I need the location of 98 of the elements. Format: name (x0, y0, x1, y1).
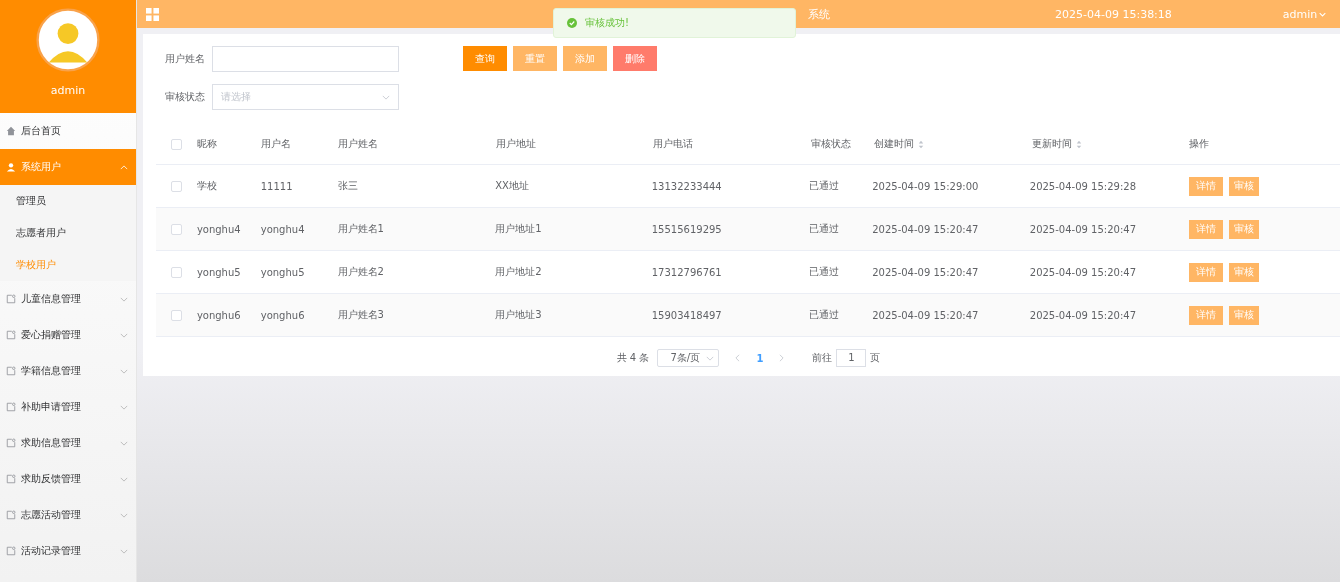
table-cell: 已通过 (809, 222, 840, 236)
chevron-icon (382, 94, 390, 100)
check-circle-icon (567, 18, 577, 28)
next-page-icon[interactable] (779, 354, 785, 362)
column-header[interactable]: 创建时间 (874, 137, 924, 151)
total-count: 共 4 条 (616, 351, 650, 365)
table-cell: 已通过 (809, 265, 840, 279)
menu-item[interactable]: 学籍信息管理 (0, 353, 136, 389)
checkbox[interactable] (170, 266, 182, 278)
menu-item[interactable]: 后台首页 (0, 113, 136, 149)
table-cell: 用户姓名1 (337, 222, 384, 236)
menu-item[interactable]: 求助反馈管理 (0, 461, 136, 497)
menu-item[interactable]: 求助信息管理 (0, 425, 136, 461)
column-header[interactable]: 用户地址 (496, 137, 536, 151)
document-icon (6, 510, 16, 520)
checkbox[interactable] (171, 138, 182, 150)
column-header[interactable]: 更新时间 (1032, 137, 1082, 151)
chevron-icon (120, 440, 128, 446)
avatar-icon (36, 8, 100, 72)
checkbox[interactable] (170, 223, 182, 235)
table-cell: 17312796761 (651, 266, 722, 278)
document-icon (6, 474, 16, 484)
sort-icon (1076, 139, 1082, 149)
table-cell: 2025-04-09 15:29:28 (1029, 180, 1136, 192)
chevron-icon (120, 548, 128, 554)
table-cell: yonghu5 (196, 266, 241, 278)
table-cell: yonghu4 (196, 223, 241, 235)
field-label: 审核状态 (164, 90, 205, 104)
document-icon (6, 402, 16, 412)
prev-page-icon[interactable] (735, 354, 741, 362)
user-icon (6, 162, 16, 172)
table-cell: yonghu5 (260, 266, 305, 278)
goto-label: 前往 (812, 351, 833, 365)
menu-item[interactable]: 儿童信息管理 (0, 281, 136, 317)
document-icon (6, 438, 16, 448)
page-input[interactable]: 1 (836, 349, 867, 367)
menu-item[interactable]: 补助申请管理 (0, 389, 136, 425)
table-cell: 用户姓名2 (337, 265, 384, 279)
table-cell: 张三 (337, 179, 358, 193)
caret-icon (1319, 11, 1327, 17)
submenu-item[interactable]: 管理员 (0, 185, 136, 217)
column-header[interactable]: 审核状态 (811, 137, 851, 151)
chevron-icon (120, 404, 128, 410)
chevron-icon (120, 512, 128, 518)
table-cell: 学校 (196, 179, 217, 193)
sort-icon (918, 139, 924, 149)
menu-item[interactable]: 爱心捐赠管理 (0, 317, 136, 353)
input-field[interactable] (212, 46, 399, 72)
table-cell: 2025-04-09 15:20:47 (1029, 266, 1136, 278)
table-cell: 11111 (260, 180, 293, 192)
table-cell: 用户地址3 (495, 308, 542, 322)
table-cell: 2025-04-09 15:20:47 (872, 266, 979, 278)
table-cell: XX地址 (495, 179, 529, 193)
table-cell: 2025-04-09 15:20:47 (872, 309, 979, 321)
table-cell: 2025-04-09 15:29:00 (872, 180, 979, 192)
document-icon (6, 366, 16, 376)
grid-icon[interactable] (146, 7, 159, 21)
user-name: admin (50, 84, 86, 97)
document-icon (6, 294, 16, 304)
page-suffix: 页 (870, 351, 881, 365)
column-header[interactable]: 昵称 (197, 137, 217, 151)
table-cell: 2025-04-09 15:20:47 (1029, 309, 1136, 321)
field-label: 用户姓名 (164, 52, 205, 66)
chevron-icon (120, 368, 128, 374)
table-cell: yonghu6 (260, 309, 305, 321)
column-header[interactable]: 用户电话 (653, 137, 693, 151)
system-title: 系统 (808, 6, 830, 22)
table-cell: 2025-04-09 15:20:47 (1029, 223, 1136, 235)
table-cell: 用户地址2 (495, 265, 542, 279)
page-size-select[interactable]: 7条/页 (657, 349, 720, 367)
table-cell: yonghu4 (260, 223, 305, 235)
chevron-icon (120, 332, 128, 338)
chevron-icon (706, 355, 715, 361)
checkbox[interactable] (170, 309, 182, 321)
checkbox[interactable] (170, 180, 182, 192)
table-cell: 2025-04-09 15:20:47 (872, 223, 979, 235)
document-icon (6, 546, 16, 556)
datetime: 2025-04-09 15:38:18 (1055, 7, 1172, 21)
table-cell: 用户地址1 (495, 222, 542, 236)
submenu-item[interactable]: 志愿者用户 (0, 217, 136, 249)
chevron-icon (120, 164, 128, 170)
table-cell: 15903418497 (651, 309, 722, 321)
table-cell: 用户姓名3 (337, 308, 384, 322)
table-cell: yonghu6 (196, 309, 241, 321)
home-icon (6, 126, 16, 136)
chevron-icon (120, 296, 128, 302)
menu-item[interactable]: 志愿活动管理 (0, 497, 136, 533)
table-cell: 已通过 (809, 308, 840, 322)
document-icon (6, 330, 16, 340)
menu-item[interactable]: 活动记录管理 (0, 533, 136, 569)
table-cell: 13132233444 (651, 180, 722, 192)
column-header[interactable]: 用户姓名 (338, 137, 378, 151)
column-header[interactable]: 用户名 (261, 137, 291, 151)
table-cell: 已通过 (809, 179, 840, 193)
table-cell: 15515619295 (651, 223, 722, 235)
chevron-icon (120, 476, 128, 482)
toast-message: 审核成功! (585, 16, 629, 30)
column-header[interactable]: 操作 (1189, 137, 1209, 151)
